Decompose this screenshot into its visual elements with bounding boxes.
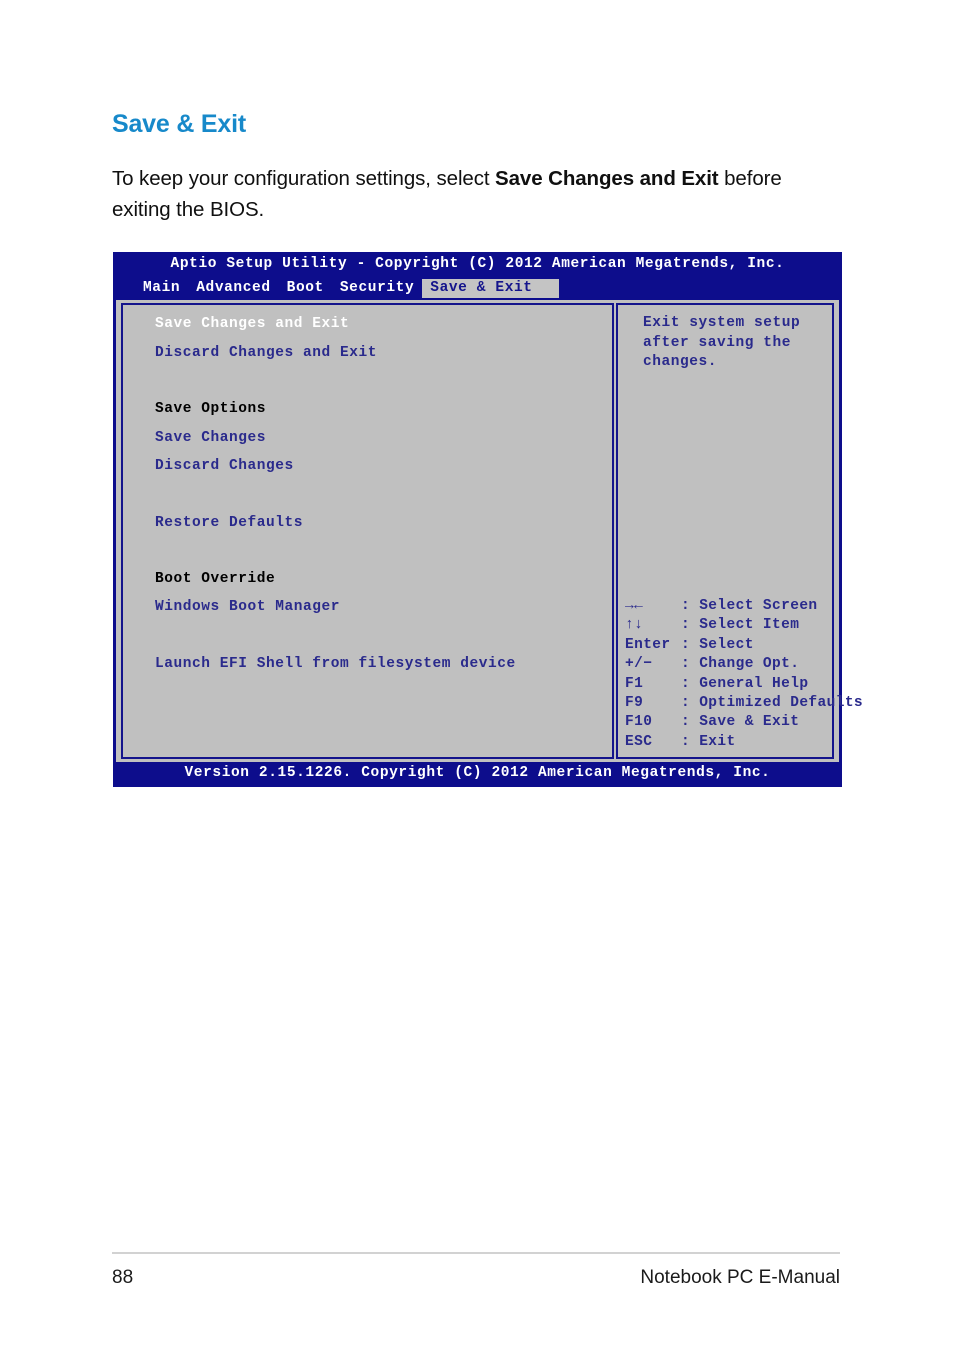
body-paragraph: To keep your configuration settings, sel… xyxy=(112,163,832,225)
tab-boot[interactable]: Boot xyxy=(279,279,332,298)
legend-key-esc: ESC xyxy=(625,733,653,750)
tab-advanced[interactable]: Advanced xyxy=(188,279,278,298)
menu-item-discard-changes[interactable]: Discard Changes xyxy=(155,456,595,485)
section-header-save-options: Save Options xyxy=(155,401,267,418)
paragraph-text-lead: To keep your configuration settings, sel… xyxy=(112,167,496,190)
legend-sep-1: : xyxy=(681,617,700,634)
bios-help-panel: Exit system setup after saving the chang… xyxy=(616,303,863,759)
legend-key-f10: F10 xyxy=(625,714,653,731)
legend-row-f9: F9: Optimized Defaults xyxy=(625,694,863,713)
bios-menu-bar: Main Advanced Boot Security Save & Exit xyxy=(113,278,842,298)
legend-row-f1: F1: General Help xyxy=(625,675,837,694)
menu-item-save-changes[interactable]: Save Changes xyxy=(155,428,595,457)
legend-action-select-item: Select Item xyxy=(699,617,800,634)
paragraph-emphasis: Save Changes and Exit xyxy=(495,167,719,190)
page-title: Save & Exit xyxy=(112,110,246,138)
tab-main[interactable]: Main xyxy=(135,279,188,298)
legend-action-change-opt: Change Opt. xyxy=(699,656,800,673)
tab-security[interactable]: Security xyxy=(332,279,422,298)
legend-sep-5: : xyxy=(681,695,700,712)
legend-sep-2: : xyxy=(681,636,700,653)
bios-menu-list: Save Changes and Exit Discard Changes an… xyxy=(155,314,595,682)
bios-title-bar: Aptio Setup Utility - Copyright (C) 2012… xyxy=(170,256,785,272)
menu-item-restore-defaults[interactable]: Restore Defaults xyxy=(155,513,595,542)
legend-sep-0: : xyxy=(681,598,700,614)
footer-document-title: Notebook PC E-Manual xyxy=(640,1267,840,1288)
legend-action-select: Select xyxy=(699,636,754,653)
legend-action-save-and-exit: Save & Exit xyxy=(699,714,800,731)
menu-item-discard-changes-and-exit[interactable]: Discard Changes and Exit xyxy=(155,343,595,372)
legend-key-arrows-horizontal: →← xyxy=(625,598,644,614)
legend-sep-7: : xyxy=(681,733,700,750)
tab-save-and-exit[interactable]: Save & Exit xyxy=(422,278,559,298)
legend-key-plus-minus: +/− xyxy=(625,656,653,673)
legend-row-esc: ESC: Exit xyxy=(625,733,837,752)
footer-divider xyxy=(112,1252,840,1254)
help-line-1: Exit system setup xyxy=(643,315,801,331)
bios-version-bar: Version 2.15.1226. Copyright (C) 2012 Am… xyxy=(184,765,771,781)
legend-row-select-item: ↑↓: Select Item xyxy=(625,616,837,635)
legend-row-change-opt: +/−: Change Opt. xyxy=(625,655,837,674)
menu-item-launch-efi-shell[interactable]: Launch EFI Shell from filesystem device xyxy=(155,654,595,683)
bios-screenshot: Aptio Setup Utility - Copyright (C) 2012… xyxy=(113,252,863,787)
help-description: Exit system setup after saving the chang… xyxy=(643,314,823,373)
bios-key-legend: →←: Select Screen ↑↓: Select Item Enter:… xyxy=(625,597,863,752)
legend-sep-4: : xyxy=(681,675,700,692)
legend-key-arrows-vertical: ↑↓ xyxy=(625,617,644,634)
help-line-3: changes. xyxy=(643,354,718,370)
bios-content-frame: Save Changes and Exit Discard Changes an… xyxy=(116,300,863,762)
legend-row-enter: Enter: Select xyxy=(625,636,837,655)
legend-sep-6: : xyxy=(681,714,700,731)
section-header-boot-override: Boot Override xyxy=(155,570,276,587)
legend-action-exit: Exit xyxy=(699,733,736,750)
legend-row-f10: F10: Save & Exit xyxy=(625,713,837,732)
manual-page: Save & Exit To keep your configuration s… xyxy=(0,0,954,1345)
menu-item-windows-boot-manager[interactable]: Windows Boot Manager xyxy=(155,597,595,626)
footer-page-number: 88 xyxy=(112,1267,134,1288)
help-line-2: after saving the xyxy=(643,334,792,351)
legend-key-enter: Enter xyxy=(625,636,671,653)
legend-key-f9: F9 xyxy=(625,695,644,712)
legend-sep-3: : xyxy=(681,656,700,673)
legend-action-select-screen: Select Screen xyxy=(699,598,818,614)
legend-action-general-help: General Help xyxy=(699,675,809,692)
legend-row-select-screen: →←: Select Screen xyxy=(625,597,837,616)
bios-options-panel: Save Changes and Exit Discard Changes an… xyxy=(121,303,614,759)
legend-key-f1: F1 xyxy=(625,675,644,692)
menu-item-save-changes-and-exit[interactable]: Save Changes and Exit xyxy=(155,314,595,343)
legend-action-optimized-defaults: Optimized Defaults xyxy=(699,695,864,712)
